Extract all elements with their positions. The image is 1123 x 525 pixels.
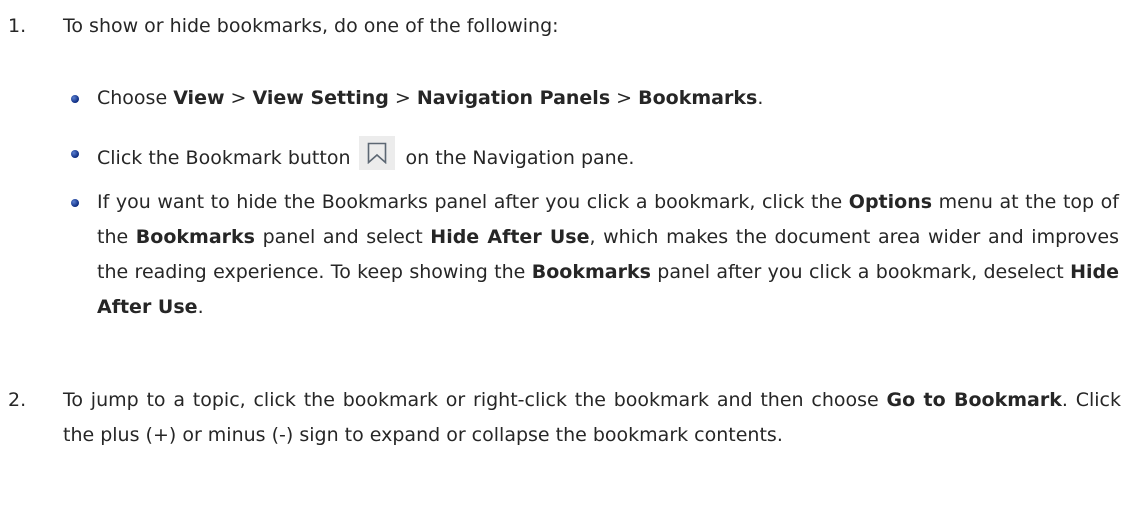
bullet-text: If you want to hide the Bookmarks panel … bbox=[97, 185, 1119, 325]
text-span: . bbox=[757, 87, 764, 109]
bullet-dot-icon bbox=[71, 95, 79, 103]
text-span: > bbox=[224, 87, 253, 109]
bullet-dot-icon bbox=[71, 150, 79, 158]
text-span: Choose bbox=[97, 87, 174, 109]
menu-view-label: View bbox=[173, 87, 225, 109]
bookmarks-panel-label: Bookmarks bbox=[135, 226, 255, 248]
step-number: 2. bbox=[8, 389, 27, 411]
bookmark-icon bbox=[358, 136, 395, 170]
menu-navigation-panels-label: Navigation Panels bbox=[416, 87, 611, 109]
menu-view-setting-label: View Setting bbox=[252, 87, 389, 109]
text-span: . bbox=[197, 296, 204, 318]
text-span: > bbox=[610, 87, 639, 109]
bookmarks-panel-label: Bookmarks bbox=[531, 261, 651, 283]
bullet-text: Choose View > View Setting > Navigation … bbox=[97, 81, 1119, 116]
options-menu-label: Options bbox=[848, 191, 933, 213]
step-text: To jump to a topic, click the bookmark o… bbox=[63, 383, 1121, 453]
menu-bookmarks-label: Bookmarks bbox=[638, 87, 758, 109]
bullet-dot-icon bbox=[71, 199, 79, 207]
text-span: If you want to hide the Bookmarks panel … bbox=[97, 191, 849, 213]
bullet-text: Click the Bookmark button on the Navigati… bbox=[97, 136, 1119, 176]
text-span: panel and select bbox=[254, 226, 431, 248]
text-span: Click the Bookmark button bbox=[97, 147, 351, 169]
text-span: > bbox=[388, 87, 417, 109]
step-number: 1. bbox=[8, 15, 27, 37]
text-span: panel after you click a bookmark, desele… bbox=[650, 261, 1071, 283]
go-to-bookmark-label: Go to Bookmark bbox=[886, 389, 1062, 411]
bookmark-icon-graphic bbox=[367, 142, 386, 164]
text-span: To jump to a topic, click the bookmark o… bbox=[63, 389, 887, 411]
help-document: 1. To show or hide bookmarks, do one of … bbox=[0, 0, 1123, 525]
step-text: To show or hide bookmarks, do one of the… bbox=[63, 15, 559, 37]
text-span: on the Navigation pane. bbox=[405, 147, 635, 169]
hide-after-use-label: Hide After Use bbox=[430, 226, 590, 248]
